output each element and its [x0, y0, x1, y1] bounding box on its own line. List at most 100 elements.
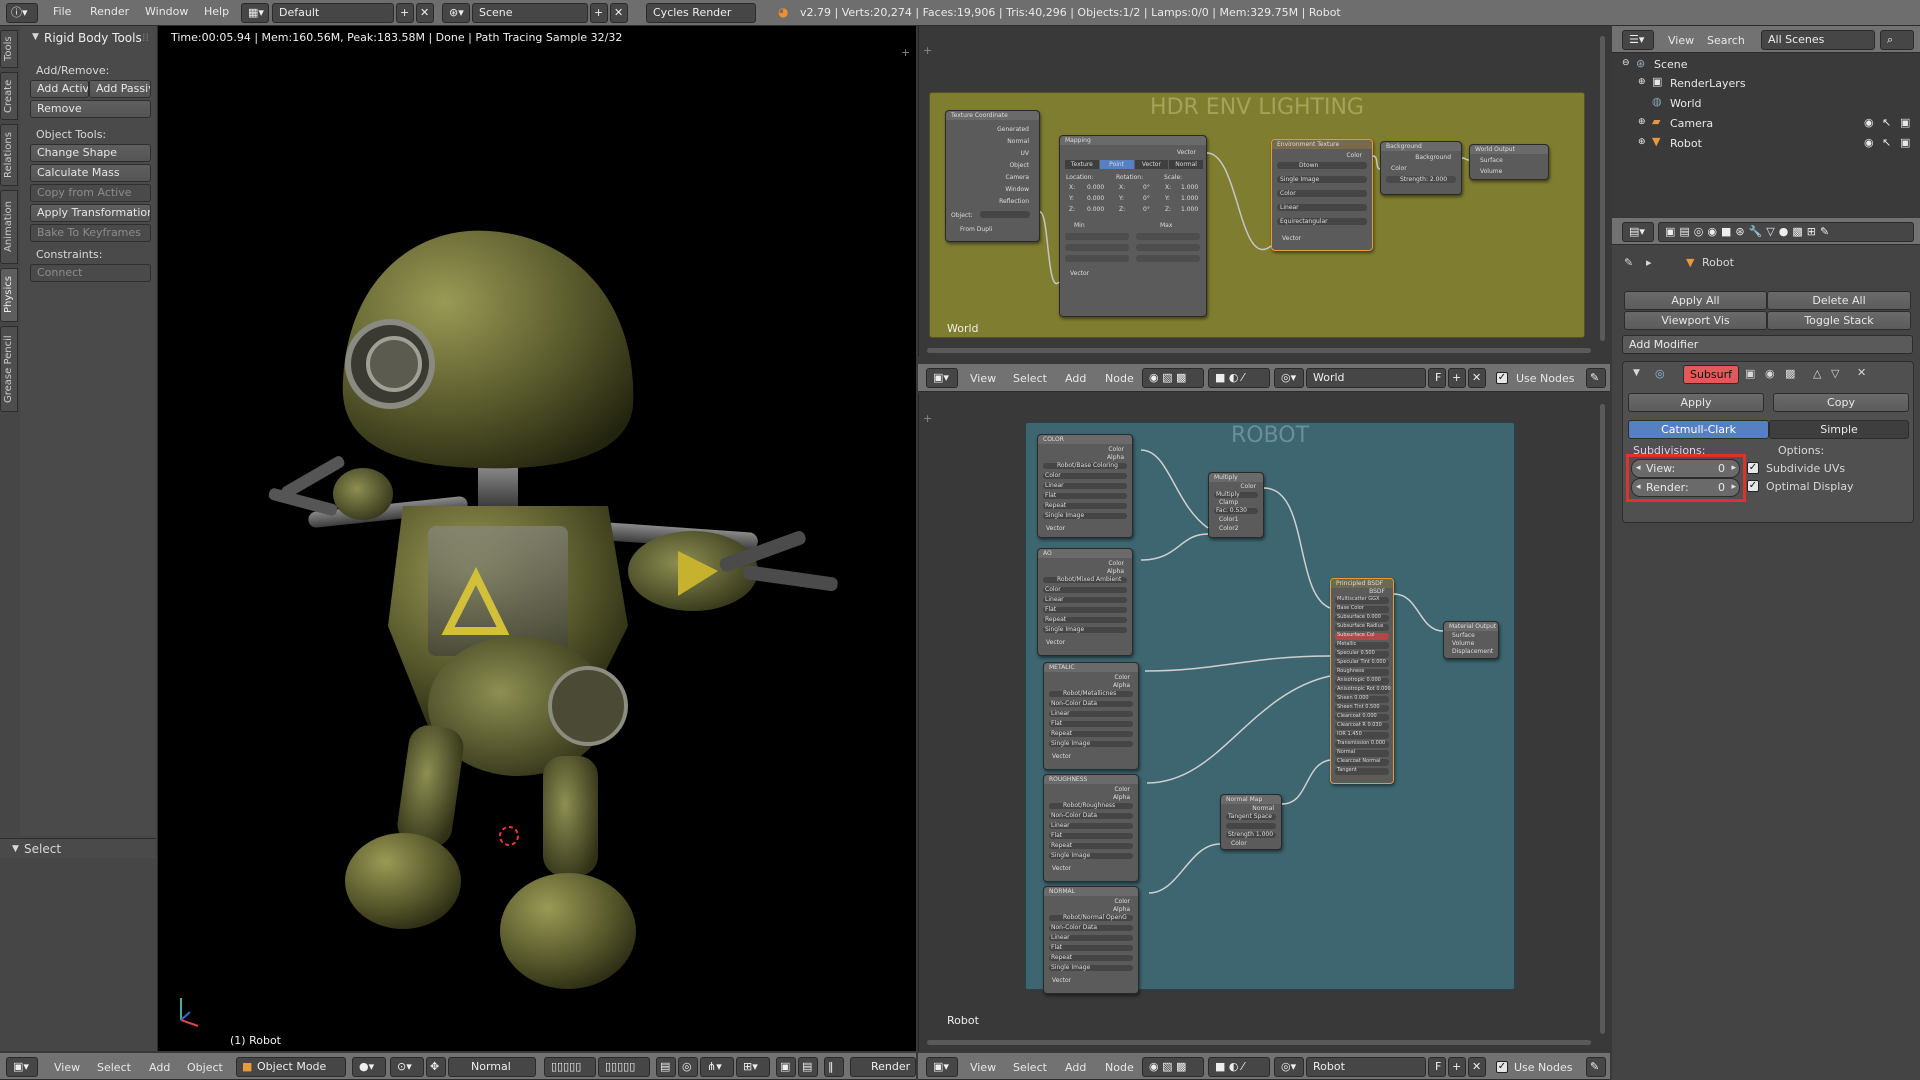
outliner-type-icon[interactable]: ☰▾: [1622, 30, 1654, 50]
tex-option[interactable]: Linear: [1049, 822, 1133, 829]
env-opt-interp[interactable]: Linear: [1277, 204, 1367, 211]
camera-select-icon[interactable]: ↖: [1882, 116, 1891, 129]
menu-render[interactable]: Render: [90, 5, 129, 18]
tex-image-select[interactable]: Robot/Mixed Ambient: [1043, 576, 1127, 583]
mode-select[interactable]: Object Mode: [236, 1057, 346, 1077]
outliner-search-icon[interactable]: ⌕: [1880, 30, 1914, 50]
pin-icon[interactable]: ✎: [1624, 256, 1633, 269]
snap-target-icon[interactable]: ⊞▾: [736, 1057, 770, 1077]
material-fake-user[interactable]: F: [1428, 1057, 1446, 1077]
properties-context-tabs[interactable]: ▣▤◎◉■⊛🔧▽●▩⊞✎: [1658, 222, 1914, 242]
image-texture-node[interactable]: NORMAL Color Alpha Robot/Normal OpenG Non-Co…: [1043, 886, 1139, 994]
tex-option[interactable]: Single Image: [1049, 740, 1133, 747]
tex-option[interactable]: Non-Color Data: [1049, 812, 1133, 819]
world-plus-icon[interactable]: +: [923, 44, 932, 57]
tex-image-select[interactable]: Robot/Normal OpenG: [1049, 914, 1133, 921]
shader-object-buttons[interactable]: ■ ◐ ⁄: [1208, 368, 1270, 388]
world-use-nodes-checkbox[interactable]: ✓: [1496, 372, 1508, 384]
render-increment-icon[interactable]: ▸: [1731, 479, 1736, 496]
principled-row[interactable]: Specular 0.500: [1335, 650, 1389, 658]
principled-row[interactable]: IOR 1.450: [1335, 731, 1389, 739]
change-shape-button[interactable]: Change Shape: [30, 144, 151, 162]
world-hscrollbar[interactable]: [927, 348, 1591, 353]
layout-grid-icon[interactable]: ▦▾: [241, 3, 269, 23]
normalmap-space[interactable]: Tangent Space: [1226, 813, 1276, 820]
image-texture-node[interactable]: AO Color Alpha Robot/Mixed Ambient Color Line…: [1037, 548, 1133, 656]
world-new-button[interactable]: +: [1448, 368, 1466, 388]
select-collapse-icon[interactable]: ▼: [12, 844, 19, 854]
layers-grid-2[interactable]: ▯▯▯▯▯: [598, 1057, 650, 1077]
robot-expand-icon[interactable]: ⊕: [1638, 137, 1646, 147]
outliner-menu-view[interactable]: View: [1668, 34, 1694, 47]
mapping-tab-vector[interactable]: Vector: [1134, 160, 1169, 169]
layout-selector[interactable]: Default: [272, 3, 394, 23]
mapping-max-y[interactable]: [1136, 244, 1200, 251]
robot-editor-type-icon[interactable]: ▣▾: [926, 1057, 958, 1077]
mapping-min[interactable]: Min: [1074, 222, 1085, 229]
render-button[interactable]: Render: [850, 1057, 916, 1077]
principled-row[interactable]: Subsurface Col: [1335, 632, 1389, 640]
tab-physics[interactable]: Physics: [0, 268, 18, 322]
node-menu-add[interactable]: Add: [1065, 372, 1086, 385]
apply-transformation-button[interactable]: Apply Transformation: [30, 204, 151, 222]
tex-option[interactable]: Single Image: [1049, 852, 1133, 859]
principled-row[interactable]: Anisotropic Rot 0.000: [1335, 686, 1391, 694]
tex-option[interactable]: Flat: [1049, 832, 1133, 839]
tex-image-select[interactable]: Robot/Metallicnes: [1049, 690, 1133, 697]
optimal-display-checkbox[interactable]: ✓: [1747, 480, 1759, 492]
add-passive-button[interactable]: Add Passiv: [89, 80, 151, 98]
tex-image-select[interactable]: Robot/Base Coloring: [1043, 462, 1127, 469]
texcoord-dupli[interactable]: From Dupli: [960, 226, 992, 233]
tex-option[interactable]: Color: [1043, 472, 1127, 479]
proportional-edit-icon[interactable]: ◎: [678, 1057, 698, 1077]
info-editor-icon[interactable]: ⓘ▾: [6, 3, 38, 23]
pivot-select[interactable]: ⊙▾: [390, 1057, 424, 1077]
env-opt-projection[interactable]: Single Image: [1277, 176, 1367, 183]
robot-hscrollbar[interactable]: [927, 1040, 1591, 1045]
modifier-viewport-toggle-icon[interactable]: ◉: [1765, 367, 1775, 380]
mapping-row-z[interactable]: Z: 0.000 Z: 0° Z: 1.000: [1065, 205, 1203, 214]
robot-menu-select[interactable]: Select: [1013, 1061, 1047, 1074]
tex-option[interactable]: Linear: [1043, 596, 1127, 603]
outliner-item-scene[interactable]: Scene: [1654, 58, 1688, 71]
add-scene-button[interactable]: +: [590, 3, 608, 23]
camera-render-icon[interactable]: ▣: [1900, 116, 1910, 129]
add-active-button[interactable]: Add Activ: [30, 80, 89, 98]
tex-option[interactable]: Linear: [1049, 934, 1133, 941]
principled-row[interactable]: Roughness: [1335, 668, 1389, 676]
outliner-item-renderlayers[interactable]: RenderLayers: [1670, 77, 1746, 90]
connect-button[interactable]: Connect: [30, 264, 151, 282]
env-image-select[interactable]: Dtown: [1277, 162, 1367, 169]
mapping-value[interactable]: 1.000: [1181, 195, 1198, 202]
shader-type-buttons[interactable]: ◉ ▧ ▩: [1142, 368, 1204, 388]
toggle-stack-button[interactable]: Toggle Stack: [1767, 311, 1911, 330]
editor-type-icon[interactable]: ▣▾: [6, 1057, 38, 1077]
normalmap-strength[interactable]: Strength 1.000: [1226, 831, 1276, 838]
pause-icon[interactable]: ‖: [824, 1057, 844, 1077]
principled-row[interactable]: Sheen 0.000: [1335, 695, 1389, 703]
material-unlink-button[interactable]: ✕: [1468, 1057, 1486, 1077]
outliner-item-robot[interactable]: Robot: [1670, 137, 1702, 150]
view-levels-field[interactable]: ◂ View: 0 ▸: [1631, 459, 1740, 478]
opengl-anim-icon[interactable]: ▤: [798, 1057, 818, 1077]
tex-option[interactable]: Linear: [1049, 710, 1133, 717]
principled-row[interactable]: Sheen Tint 0.500: [1335, 704, 1389, 712]
robot-node-editor[interactable]: + ROBOT COLOR Color Alpha Robot/Base Colori…: [918, 394, 1610, 1051]
render-engine-select[interactable]: Cycles Render: [646, 3, 756, 23]
principled-row[interactable]: Tangent: [1335, 767, 1389, 775]
select-panel-title[interactable]: Select: [24, 842, 61, 856]
mapping-tab-point[interactable]: Point: [1099, 160, 1134, 169]
tex-option[interactable]: Repeat: [1049, 730, 1133, 737]
tex-option[interactable]: Repeat: [1043, 616, 1127, 623]
tex-option[interactable]: Single Image: [1049, 964, 1133, 971]
robot-plus-icon[interactable]: +: [923, 412, 932, 425]
material-pin-icon[interactable]: ✎: [1586, 1057, 1606, 1077]
move-up-icon[interactable]: △: [1813, 367, 1821, 380]
delete-scene-button[interactable]: ✕: [610, 3, 628, 23]
snap-icon[interactable]: ⋔▾: [700, 1057, 734, 1077]
material-new-button[interactable]: +: [1448, 1057, 1466, 1077]
mapping-value[interactable]: 0°: [1143, 206, 1150, 213]
material-output-node[interactable]: Material Output Surface Volume Displacem…: [1443, 621, 1499, 659]
camera-visibility-icon[interactable]: ◉: [1864, 116, 1874, 129]
catmull-clark-tab[interactable]: Catmull-Clark: [1628, 420, 1769, 439]
